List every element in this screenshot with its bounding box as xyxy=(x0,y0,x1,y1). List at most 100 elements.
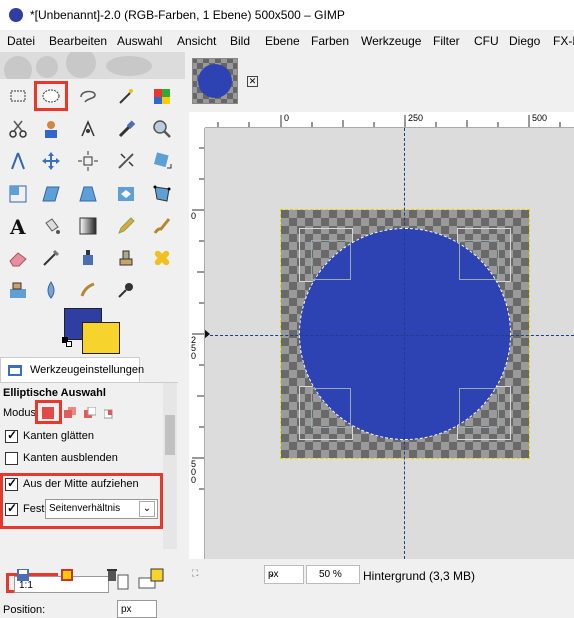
tab-tool-options[interactable]: Werkzeugeinstellungen xyxy=(0,357,144,384)
image-thumbnail[interactable] xyxy=(192,58,238,104)
menu-farben[interactable]: Farben xyxy=(311,34,349,48)
delete-options-icon[interactable] xyxy=(105,568,119,582)
horizontal-ruler[interactable]: 0 250 500 xyxy=(205,112,574,128)
restore-options-icon[interactable] xyxy=(60,568,74,582)
zoom-select[interactable]: 50 % xyxy=(306,565,360,584)
perspective-clone-icon[interactable] xyxy=(2,274,34,306)
tool-options-panel: Elliptische Auswahl Modus: Kanten glätte… xyxy=(0,382,178,618)
vertical-guide[interactable] xyxy=(404,128,405,559)
feather-checkbox[interactable] xyxy=(5,452,18,465)
mode-add-icon[interactable] xyxy=(64,407,76,419)
heal-icon[interactable] xyxy=(146,242,178,274)
expand-center-checkbox[interactable] xyxy=(5,476,18,491)
menu-werkzeuge[interactable]: Werkzeuge xyxy=(361,34,421,48)
airbrush-icon[interactable] xyxy=(35,242,67,274)
toolbox: A Werkzeugeinstellungen Elliptische Ausw… xyxy=(0,52,185,618)
menu-bar: Datei Bearbeiten Auswahl Ansicht Bild Eb… xyxy=(0,30,574,52)
scroll-thumb[interactable] xyxy=(165,415,175,455)
fixed-checkbox[interactable] xyxy=(5,501,18,516)
text-icon[interactable]: A xyxy=(2,210,34,242)
background-color-swatch[interactable] xyxy=(82,322,120,354)
handle-inner-bl xyxy=(311,388,351,428)
menu-filter[interactable]: Filter xyxy=(433,34,460,48)
wilber-body-icon xyxy=(106,56,152,76)
image-layer[interactable] xyxy=(280,209,530,459)
clone-icon[interactable] xyxy=(110,242,142,274)
gimp-app-icon xyxy=(9,8,23,22)
scale-icon[interactable] xyxy=(2,178,34,210)
free-select-icon[interactable] xyxy=(72,80,104,112)
title-bar: *[Unbenannt]-2.0 (RGB-Farben, 1 Ebene) 5… xyxy=(0,0,574,30)
blend-icon[interactable] xyxy=(72,210,104,242)
ellipse-select-highlight xyxy=(34,81,68,111)
smudge-icon[interactable] xyxy=(72,274,104,306)
ink-icon[interactable] xyxy=(72,242,104,274)
ruler-corner[interactable] xyxy=(189,112,205,128)
fixed-select-value: Seitenverhältnis xyxy=(49,503,121,514)
svg-text:A: A xyxy=(9,215,26,237)
scissors-select-icon[interactable] xyxy=(2,113,34,145)
pointer-icon[interactable]: ⛶ xyxy=(192,568,198,579)
move-icon[interactable] xyxy=(35,145,67,177)
wilber-drop-area[interactable] xyxy=(0,52,185,79)
tool-options-scrollbar[interactable] xyxy=(163,383,177,549)
window-title: *[Unbenannt]-2.0 (RGB-Farben, 1 Ebene) 5… xyxy=(30,8,345,22)
wilber-eye-icon xyxy=(36,56,58,78)
menu-auswahl[interactable]: Auswahl xyxy=(117,34,162,48)
shear-icon[interactable] xyxy=(35,178,67,210)
crop-icon[interactable] xyxy=(110,145,142,177)
zoom-icon[interactable] xyxy=(146,113,178,145)
menu-datei[interactable]: Datei xyxy=(7,34,35,48)
dodge-burn-icon[interactable] xyxy=(110,274,142,306)
flip-icon[interactable] xyxy=(110,178,142,210)
paintbrush-icon[interactable] xyxy=(146,210,178,242)
rect-select-icon[interactable] xyxy=(2,80,34,112)
measure-icon[interactable] xyxy=(2,145,34,177)
position-unit-value: px xyxy=(121,604,132,615)
tool-options-icon xyxy=(8,365,22,376)
align-icon[interactable] xyxy=(72,145,104,177)
menu-ansicht[interactable]: Ansicht xyxy=(177,34,216,48)
mode-label: Modus: xyxy=(3,407,40,419)
menu-fx[interactable]: FX-F xyxy=(553,34,574,48)
hruler-label-250: 250 xyxy=(408,113,424,123)
thumbnail-circle xyxy=(198,64,232,98)
bucket-fill-icon[interactable] xyxy=(35,210,67,242)
select-by-color-icon[interactable] xyxy=(146,80,178,112)
zoom-value: 50 % xyxy=(319,569,342,580)
vertical-ruler[interactable]: 0 250 500 xyxy=(189,128,205,559)
wilber-head-icon xyxy=(66,52,96,78)
position-unit-select[interactable]: px xyxy=(117,600,157,618)
pencil-icon[interactable] xyxy=(110,210,142,242)
fixed-select[interactable]: Seitenverhältnis ⌄ xyxy=(45,499,158,519)
rotate-icon[interactable] xyxy=(146,145,178,177)
antialias-label: Kanten glätten xyxy=(23,430,94,442)
antialias-checkbox[interactable] xyxy=(5,428,18,443)
menu-diego[interactable]: Diego xyxy=(509,34,540,48)
blur-icon[interactable] xyxy=(35,274,67,306)
chevron-down-icon: ⌄ xyxy=(139,501,155,517)
paths-icon[interactable] xyxy=(72,113,104,145)
menu-bild[interactable]: Bild xyxy=(230,34,250,48)
menu-ebene[interactable]: Ebene xyxy=(265,34,300,48)
horizontal-guide[interactable] xyxy=(205,335,574,336)
menu-cfu[interactable]: CFU xyxy=(474,34,499,48)
foreground-select-icon[interactable] xyxy=(35,113,67,145)
reset-options-icon[interactable] xyxy=(150,568,164,582)
default-colors-icon[interactable] xyxy=(62,337,72,347)
color-picker-icon[interactable] xyxy=(110,113,142,145)
cage-transform-icon[interactable] xyxy=(146,178,178,210)
image-canvas[interactable] xyxy=(205,128,574,559)
vruler-label-0: 0 xyxy=(191,211,197,221)
chevron-down-icon: ⌄ xyxy=(268,568,276,578)
fuzzy-select-icon[interactable] xyxy=(110,80,142,112)
mode-subtract-icon[interactable] xyxy=(84,406,97,419)
eraser-icon[interactable] xyxy=(2,242,34,274)
save-options-icon[interactable] xyxy=(16,568,30,582)
mode-intersect-icon[interactable] xyxy=(103,407,116,419)
unit-select[interactable]: px ⌄ xyxy=(264,565,304,584)
handle-inner-br xyxy=(459,388,499,428)
close-icon[interactable]: ✕ xyxy=(247,76,258,87)
perspective-icon[interactable] xyxy=(72,178,104,210)
menu-bearbeiten[interactable]: Bearbeiten xyxy=(49,34,107,48)
